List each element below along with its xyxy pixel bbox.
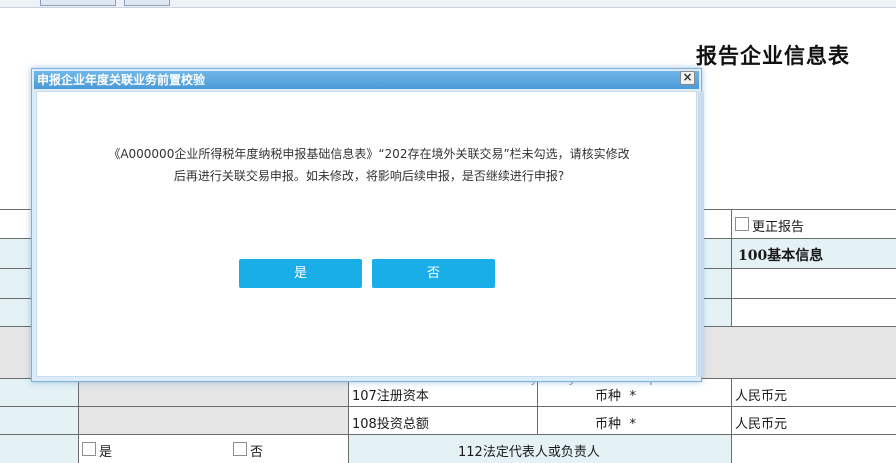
yes-checkbox[interactable] xyxy=(82,442,96,456)
divider xyxy=(731,209,732,326)
divider xyxy=(78,378,79,463)
divider xyxy=(348,378,349,463)
basic-info-header: 100基本信息 xyxy=(738,248,824,264)
yes-button[interactable]: 是 xyxy=(239,259,362,288)
dialog-message: 《A000000企业所得税年度纳税申报基础信息表》“202存在境外关联交易”栏未… xyxy=(77,143,661,187)
dialog-scrollbar[interactable] xyxy=(698,91,704,377)
correction-report-checkbox[interactable] xyxy=(735,217,749,231)
app-window: 报告企业信息表 更正报告 100基本信息 107注册资本 币种 * 人民币元 1… xyxy=(0,0,896,463)
form-row-fill xyxy=(0,378,78,463)
registered-capital-label: 107注册资本 xyxy=(352,389,429,404)
divider xyxy=(537,378,538,434)
divider xyxy=(731,378,732,463)
no-option-label: 否 xyxy=(250,445,264,460)
currency-value[interactable]: 人民币元 xyxy=(735,413,787,432)
correction-report-label: 更正报告 xyxy=(752,220,805,235)
currency-label: 币种 * xyxy=(595,417,637,432)
yes-option-label: 是 xyxy=(99,445,113,460)
legal-rep-label: 112法定代表人或负责人 xyxy=(458,445,600,460)
prevalidation-dialog: 申报企业年度关联业务前置校验 × 《A000000企业所得税年度纳税申报基础信息… xyxy=(31,68,704,382)
dialog-message-line: 《A000000企业所得税年度纳税申报基础信息表》“202存在境外关联交易”栏未… xyxy=(108,147,630,161)
currency-value[interactable]: 人民币元 xyxy=(735,385,787,404)
dialog-title: 申报企业年度关联业务前置校验 xyxy=(34,71,699,89)
divider xyxy=(0,434,896,435)
dialog-message-line: 后再进行关联交易申报。如未修改，将影响后续申报，是否继续进行申报? xyxy=(173,169,565,183)
no-checkbox[interactable] xyxy=(233,442,247,456)
dialog-body: 《A000000企业所得税年度纳税申报基础信息表》“202存在境外关联交易”栏未… xyxy=(36,91,697,377)
no-button[interactable]: 否 xyxy=(372,259,495,288)
close-icon[interactable]: × xyxy=(680,71,695,85)
currency-label: 币种 * xyxy=(595,389,637,404)
divider xyxy=(0,406,896,407)
total-investment-label: 108投资总额 xyxy=(352,417,429,432)
